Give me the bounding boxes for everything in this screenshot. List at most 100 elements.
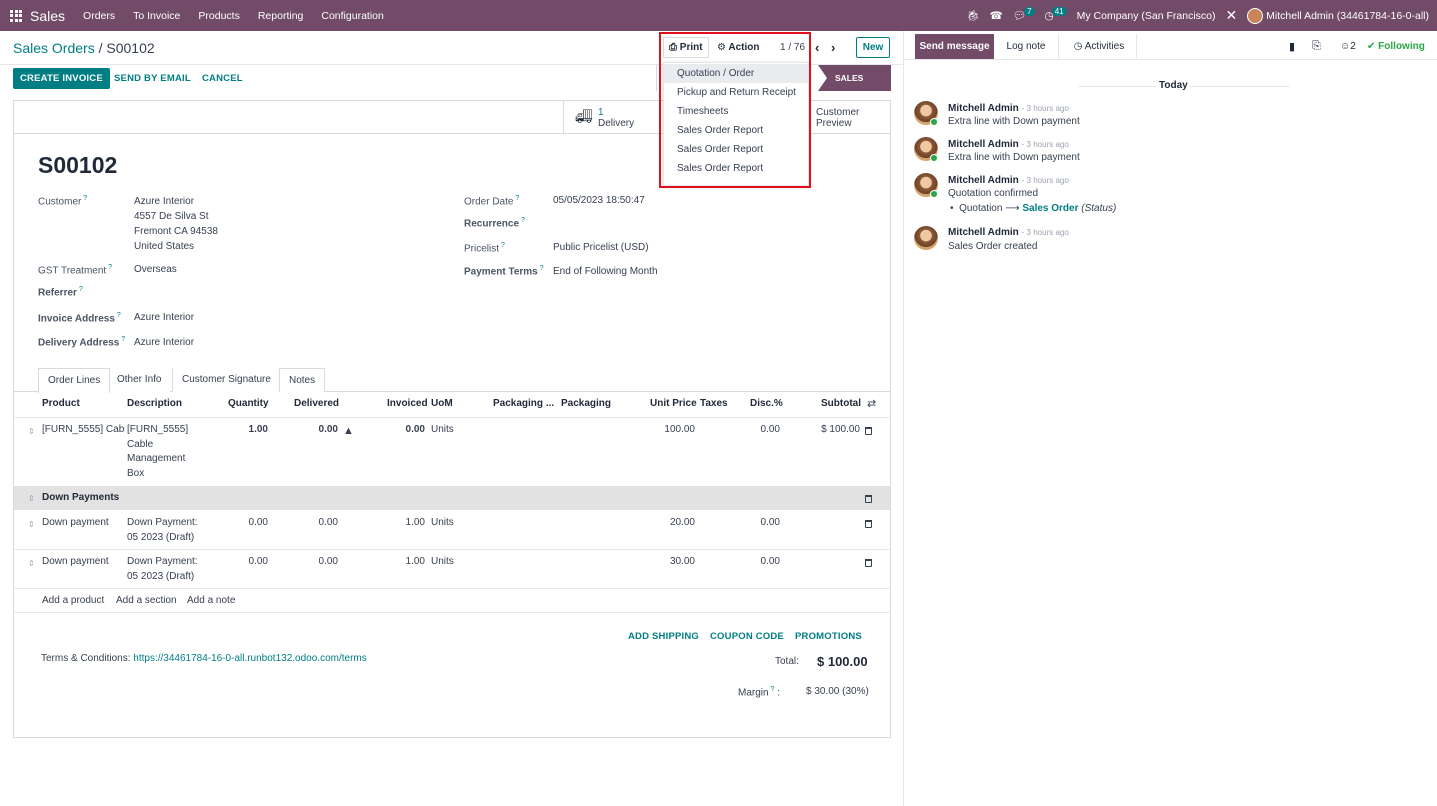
line3-quantity[interactable]: 0.00 <box>228 555 268 570</box>
drag-handle-icon[interactable]: ⇕ <box>28 492 35 507</box>
section-delete-icon[interactable] <box>865 494 872 509</box>
line1-uom[interactable]: Units <box>431 423 454 438</box>
message-author[interactable]: Mitchell Admin <box>948 175 1019 186</box>
add-shipping-button[interactable]: ADD SHIPPING <box>628 631 699 642</box>
col-delivered[interactable]: Delivered <box>294 398 339 409</box>
optional-columns-icon[interactable]: ⇄ <box>867 397 876 410</box>
line3-disc[interactable]: 0.00 <box>740 555 780 570</box>
tab-other-info[interactable]: Other Info <box>108 368 171 392</box>
line2-description[interactable]: Down Payment: 05 2023 (Draft) <box>127 516 198 545</box>
menu-configuration[interactable]: Configuration <box>321 10 383 22</box>
line3-unit-price[interactable]: 30.00 <box>650 555 695 570</box>
payment-terms-field[interactable]: End of Following Month <box>553 266 658 277</box>
customer-preview-button[interactable]: Customer Preview <box>816 107 859 129</box>
terms-link[interactable]: https://34461784-16-0-all.runbot132.odoo… <box>133 653 366 664</box>
line1-delivered[interactable]: 0.00 <box>298 423 338 438</box>
create-invoice-button[interactable]: CREATE INVOICE <box>13 68 110 89</box>
bug-icon[interactable]: 🐞︎ <box>966 9 979 22</box>
phone-icon[interactable]: ☎ <box>990 10 1003 22</box>
paperclip-icon[interactable]: ⎘ <box>1312 40 1321 53</box>
author-avatar[interactable] <box>914 226 938 250</box>
log-note-button[interactable]: Log note <box>994 34 1059 59</box>
user-menu[interactable]: Mitchell Admin (34461784-16-0-all) <box>1247 7 1429 24</box>
messages-icon[interactable]: 💬︎7 <box>1013 7 1035 22</box>
tools-icon[interactable]: ✕ <box>1226 7 1238 24</box>
col-product[interactable]: Product <box>42 398 80 409</box>
help-icon[interactable]: ? <box>769 686 775 693</box>
col-invoiced[interactable]: Invoiced <box>387 398 428 409</box>
drag-handle-icon[interactable]: ⇕ <box>28 557 35 572</box>
book-icon[interactable]: ▮ <box>1289 40 1295 53</box>
drag-handle-icon[interactable]: ⇕ <box>28 425 35 440</box>
add-note-link[interactable]: Add a note <box>187 594 235 609</box>
menu-orders[interactable]: Orders <box>83 10 115 22</box>
col-packaging-qty[interactable]: Packaging ... <box>493 398 554 409</box>
message-author[interactable]: Mitchell Admin <box>948 103 1019 114</box>
line3-delete-icon[interactable] <box>865 558 872 573</box>
help-icon[interactable]: ? <box>115 312 121 319</box>
help-icon[interactable]: ? <box>81 195 87 202</box>
line1-delete-icon[interactable] <box>865 426 872 441</box>
company-switcher[interactable]: My Company (San Francisco) <box>1077 10 1216 22</box>
col-disc[interactable]: Disc.% <box>750 398 783 409</box>
menu-to-invoice[interactable]: To Invoice <box>133 10 180 22</box>
app-name[interactable]: Sales <box>30 8 65 24</box>
drag-handle-icon[interactable]: ⇕ <box>28 518 35 533</box>
breadcrumb-sales-orders[interactable]: Sales Orders <box>13 40 95 56</box>
line3-uom[interactable]: Units <box>431 555 454 570</box>
invoice-address-field[interactable]: Azure Interior <box>134 312 194 323</box>
forecast-chart-icon[interactable]: ▲ <box>343 424 354 439</box>
apps-grid-icon[interactable] <box>10 9 22 22</box>
line2-quantity[interactable]: 0.00 <box>228 516 268 531</box>
tab-order-lines[interactable]: Order Lines <box>38 368 111 393</box>
col-unit-price[interactable]: Unit Price <box>650 398 697 409</box>
add-section-link[interactable]: Add a section <box>116 594 177 609</box>
delivery-address-field[interactable]: Azure Interior <box>134 337 194 348</box>
activities-button[interactable]: ◷ Activities <box>1062 34 1137 59</box>
pricelist-field[interactable]: Public Pricelist (USD) <box>553 242 649 253</box>
followers-button[interactable]: ☺2 <box>1340 41 1356 52</box>
menu-reporting[interactable]: Reporting <box>258 10 304 22</box>
line1-quantity[interactable]: 1.00 <box>228 423 268 438</box>
help-icon[interactable]: ? <box>499 242 505 249</box>
status-sales-order[interactable]: SALES ORDER <box>818 65 891 91</box>
section-row[interactable] <box>14 486 890 510</box>
delivery-smart-button[interactable]: 1 Delivery <box>598 107 634 129</box>
line2-delete-icon[interactable] <box>865 519 872 534</box>
line2-unit-price[interactable]: 20.00 <box>650 516 695 531</box>
col-quantity[interactable]: Quantity <box>228 398 269 409</box>
send-message-button[interactable]: Send message <box>915 34 994 59</box>
promotions-button[interactable]: PROMOTIONS <box>795 631 862 642</box>
tab-notes[interactable]: Notes <box>279 368 326 392</box>
following-button[interactable]: ✔ Following <box>1367 41 1425 52</box>
help-icon[interactable]: ? <box>538 265 544 272</box>
line3-description[interactable]: Down Payment: 05 2023 (Draft) <box>127 555 198 584</box>
help-icon[interactable]: ? <box>513 195 519 202</box>
help-icon[interactable]: ? <box>106 264 112 271</box>
message-author[interactable]: Mitchell Admin <box>948 139 1019 150</box>
line1-unit-price[interactable]: 100.00 <box>650 423 695 438</box>
col-description[interactable]: Description <box>127 398 182 409</box>
menu-products[interactable]: Products <box>198 10 239 22</box>
message-author[interactable]: Mitchell Admin <box>948 227 1019 238</box>
new-button[interactable]: New <box>856 37 890 58</box>
coupon-code-button[interactable]: COUPON CODE <box>710 631 784 642</box>
help-icon[interactable]: ? <box>519 217 525 224</box>
col-taxes[interactable]: Taxes <box>700 398 728 409</box>
line2-uom[interactable]: Units <box>431 516 454 531</box>
send-by-email-button[interactable]: SEND BY EMAIL <box>114 73 191 84</box>
add-product-link[interactable]: Add a product <box>42 594 104 609</box>
line3-product[interactable]: Down payment <box>42 555 109 570</box>
customer-field[interactable]: Azure Interior <box>134 196 194 207</box>
cancel-button[interactable]: CANCEL <box>202 73 243 84</box>
tab-customer-signature[interactable]: Customer Signature <box>172 368 280 392</box>
line2-product[interactable]: Down payment <box>42 516 109 531</box>
help-icon[interactable]: ? <box>119 336 125 343</box>
order-date-field[interactable]: 05/05/2023 18:50:47 <box>553 195 645 206</box>
line2-disc[interactable]: 0.00 <box>740 516 780 531</box>
pager-previous-icon[interactable]: ‹ <box>815 40 819 55</box>
gst-field[interactable]: Overseas <box>134 264 177 275</box>
activities-icon[interactable]: ◷41 <box>1045 6 1067 22</box>
line1-product[interactable]: [FURN_5555] Cabl <box>42 423 125 438</box>
help-icon[interactable]: ? <box>77 286 83 293</box>
